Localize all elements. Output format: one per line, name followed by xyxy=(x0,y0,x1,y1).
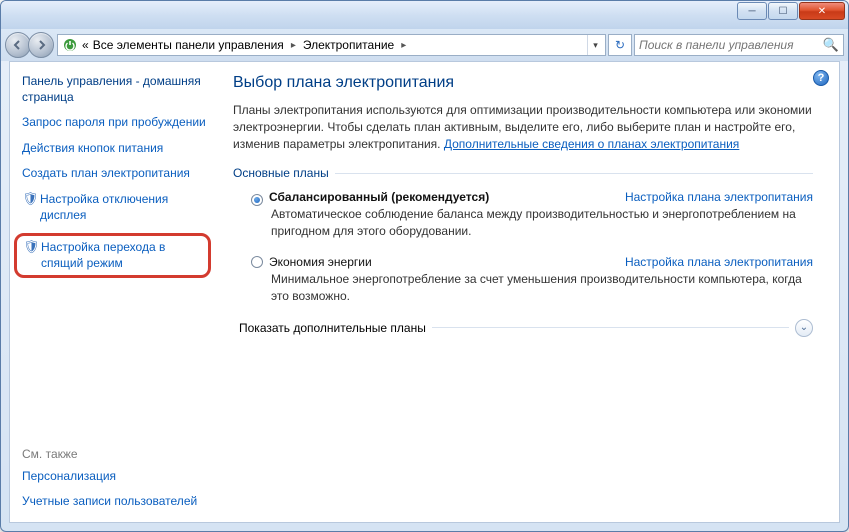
address-dropdown-button[interactable]: ▾ xyxy=(587,35,603,55)
sidebar-home-link[interactable]: Панель управления - домашняя страница xyxy=(22,74,207,105)
minimize-button[interactable]: ─ xyxy=(737,2,767,20)
close-button[interactable]: ✕ xyxy=(799,2,845,20)
page-description-link[interactable]: Дополнительные сведения о планах электро… xyxy=(444,137,739,151)
plan-radio-balanced[interactable] xyxy=(251,194,263,206)
address-bar-row: « Все элементы панели управления ▸ Элект… xyxy=(1,29,848,61)
plan-header: Сбалансированный (рекомендуется) Настрой… xyxy=(251,190,813,204)
sidebar-link-sleep[interactable]: 🛡 Настройка перехода в спящий режим xyxy=(23,240,202,271)
nav-buttons xyxy=(5,32,51,58)
see-also-user-accounts[interactable]: Учетные записи пользователей xyxy=(22,494,207,510)
forward-arrow-icon xyxy=(35,39,47,51)
body-area: Панель управления - домашняя страница За… xyxy=(9,61,840,523)
plan-settings-link[interactable]: Настройка плана электропитания xyxy=(625,255,813,269)
group-rule xyxy=(335,173,813,174)
plan-name: Экономия энергии xyxy=(269,255,372,269)
help-button[interactable]: ? xyxy=(813,70,829,86)
breadcrumb-prefix: « xyxy=(82,38,89,52)
shield-icon: 🛡 xyxy=(22,192,36,206)
breadcrumb-separator-icon: ▸ xyxy=(398,40,409,51)
sidebar-see-also: См. также Персонализация Учетные записи … xyxy=(22,387,207,510)
refresh-icon: ↻ xyxy=(615,38,625,52)
plan-description: Автоматическое соблюдение баланса между … xyxy=(271,206,813,240)
back-arrow-icon xyxy=(12,39,24,51)
power-plan-balanced: Сбалансированный (рекомендуется) Настрой… xyxy=(251,190,813,240)
page-description: Планы электропитания используются для оп… xyxy=(233,102,813,152)
maximize-button[interactable]: ☐ xyxy=(768,2,798,20)
sidebar-link-powerbuttons[interactable]: Действия кнопок питания xyxy=(22,141,207,157)
titlebar: ─ ☐ ✕ xyxy=(1,1,848,29)
shield-icon: 🛡 xyxy=(23,240,37,254)
power-plan-energysaver: Экономия энергии Настройка плана электро… xyxy=(251,254,813,305)
plan-settings-link[interactable]: Настройка плана электропитания xyxy=(625,190,813,204)
group-main-plans: Основные планы xyxy=(233,166,813,180)
sidebar-link-wakepassword[interactable]: Запрос пароля при пробуждении xyxy=(22,115,207,131)
chevron-down-icon: ⌄ xyxy=(800,322,808,333)
control-panel-window: ─ ☐ ✕ « Все элементы панели управления ▸… xyxy=(0,0,849,532)
plan-header: Экономия энергии Настройка плана электро… xyxy=(251,254,813,269)
show-more-label: Показать дополнительные планы xyxy=(239,321,426,335)
plan-name: Сбалансированный (рекомендуется) xyxy=(269,190,489,204)
plan-description: Минимальное энергопотребление за счет ум… xyxy=(271,271,813,305)
see-also-personalization[interactable]: Персонализация xyxy=(22,469,207,485)
sidebar-link-displayoff[interactable]: 🛡 Настройка отключения дисплея xyxy=(22,192,207,223)
refresh-button[interactable]: ↻ xyxy=(608,34,632,56)
search-input[interactable] xyxy=(639,38,823,52)
sidebar-item-label: Настройка отключения дисплея xyxy=(40,192,207,223)
plan-radio-energysaver[interactable] xyxy=(251,256,263,268)
sidebar-highlighted-item: 🛡 Настройка перехода в спящий режим xyxy=(14,233,211,278)
see-also-heading: См. также xyxy=(22,447,207,461)
sidebar: Панель управления - домашняя страница За… xyxy=(10,62,215,522)
breadcrumb-current[interactable]: Электропитание xyxy=(303,38,394,52)
breadcrumb-parent[interactable]: Все элементы панели управления xyxy=(93,38,284,52)
expander-button[interactable]: ⌄ xyxy=(795,319,813,337)
search-box[interactable]: 🔍 xyxy=(634,34,844,56)
show-additional-plans[interactable]: Показать дополнительные планы ⌄ xyxy=(239,319,813,337)
address-box[interactable]: « Все элементы панели управления ▸ Элект… xyxy=(57,34,606,56)
sidebar-item-label: Настройка перехода в спящий режим xyxy=(41,240,202,271)
sidebar-link-createplan[interactable]: Создать план электропитания xyxy=(22,166,207,182)
main-content: ? Выбор плана электропитания Планы элект… xyxy=(215,62,839,522)
page-title: Выбор плана электропитания xyxy=(233,74,813,92)
breadcrumb-separator-icon: ▸ xyxy=(288,40,299,51)
forward-button[interactable] xyxy=(28,32,54,58)
group-rule xyxy=(432,327,789,328)
power-options-icon xyxy=(62,37,78,53)
group-label-text: Основные планы xyxy=(233,166,329,180)
search-icon: 🔍 xyxy=(823,37,839,53)
